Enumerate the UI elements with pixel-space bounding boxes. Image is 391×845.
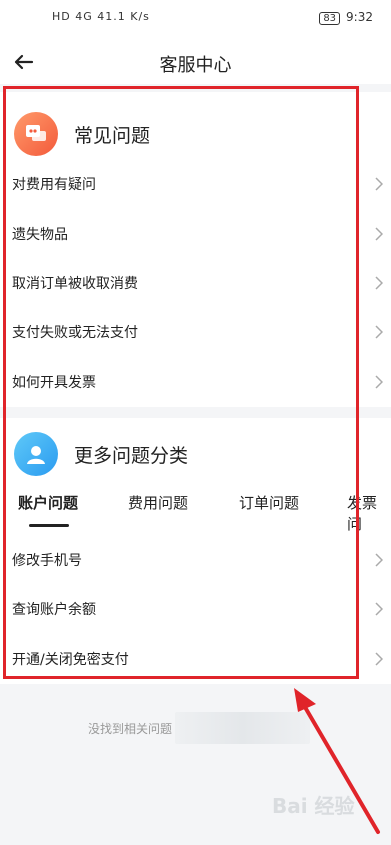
watermark: Bai 经验 [272, 794, 355, 818]
more-item[interactable]: 开通/关闭免密支付 [0, 639, 391, 679]
chat-bubble-icon [14, 112, 58, 156]
faq-item[interactable]: 取消订单被收取消费 [0, 263, 391, 303]
faq-item[interactable]: 如何开具发票 [0, 362, 391, 402]
status-bar: HD 4G 41.1 K/s 83 9:32 [0, 0, 391, 42]
chevron-right-icon [375, 375, 383, 389]
chevron-right-icon [375, 177, 383, 191]
user-avatar-icon [14, 432, 58, 476]
more-title: 更多问题分类 [74, 444, 189, 467]
faq-title: 常见问题 [74, 124, 151, 147]
category-tabs: 账户问题 费用问题 订单问题 发票问 [0, 492, 391, 534]
tab-account[interactable]: 账户问题 [18, 492, 78, 513]
faq-item-label: 遗失物品 [12, 227, 68, 243]
faq-item-label: 对费用有疑问 [12, 177, 96, 193]
network-status: HD 4G 41.1 K/s [52, 10, 150, 23]
more-item[interactable]: 修改手机号 [0, 540, 391, 580]
more-item-label: 开通/关闭免密支付 [12, 652, 129, 668]
chevron-right-icon [375, 652, 383, 666]
faq-item[interactable]: 支付失败或无法支付 [0, 312, 391, 352]
battery-icon: 83 [319, 12, 341, 25]
clock: 9:32 [346, 10, 373, 24]
not-found-hint[interactable]: 没找到相关问题 [88, 720, 172, 737]
tab-fees[interactable]: 费用问题 [128, 492, 188, 513]
nav-bar: 客服中心 [0, 42, 391, 84]
faq-item-label: 如何开具发票 [12, 375, 96, 391]
chevron-right-icon [375, 325, 383, 339]
status-right: 83 9:32 [319, 10, 373, 25]
page-title: 客服中心 [159, 55, 232, 76]
faq-item[interactable]: 遗失物品 [0, 214, 391, 254]
more-item-label: 查询账户余额 [12, 602, 96, 618]
faq-card: 常见问题 对费用有疑问 遗失物品 取消订单被收取消费 支付失败或无法支付 如何开… [0, 92, 391, 407]
more-item[interactable]: 查询账户余额 [0, 589, 391, 629]
more-header: 更多问题分类 [14, 432, 188, 476]
faq-item-label: 取消订单被收取消费 [12, 276, 138, 292]
blurred-contact-area [175, 712, 310, 744]
chevron-right-icon [375, 553, 383, 567]
chevron-right-icon [375, 602, 383, 616]
more-item-label: 修改手机号 [12, 553, 82, 569]
more-card: 更多问题分类 账户问题 费用问题 订单问题 发票问 修改手机号 查询账户余额 开… [0, 418, 391, 684]
chevron-right-icon [375, 227, 383, 241]
chevron-right-icon [375, 276, 383, 290]
tab-invoice[interactable]: 发票问 [347, 492, 391, 534]
tab-orders[interactable]: 订单问题 [239, 492, 299, 513]
faq-item[interactable]: 对费用有疑问 [0, 164, 391, 204]
faq-item-label: 支付失败或无法支付 [12, 325, 138, 341]
faq-header: 常见问题 [14, 112, 150, 156]
active-tab-indicator [29, 524, 69, 527]
